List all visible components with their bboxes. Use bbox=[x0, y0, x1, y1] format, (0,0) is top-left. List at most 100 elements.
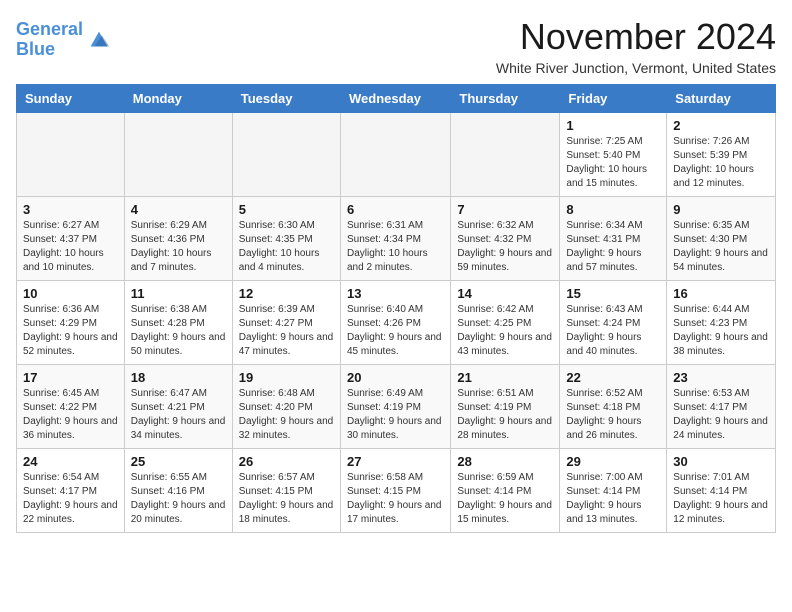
day-number: 21 bbox=[457, 370, 553, 385]
day-number: 16 bbox=[673, 286, 769, 301]
day-number: 18 bbox=[131, 370, 226, 385]
calendar-cell: 11 Sunrise: 6:38 AM Sunset: 4:28 PM Dayli… bbox=[124, 281, 232, 365]
day-info: Sunrise: 6:31 AM Sunset: 4:34 PM Dayligh… bbox=[347, 219, 444, 275]
day-info: Sunrise: 6:58 AM Sunset: 4:15 PM Dayligh… bbox=[347, 471, 444, 527]
calendar-week-1: 1 Sunrise: 7:25 AM Sunset: 5:40 PM Daylig… bbox=[17, 113, 776, 197]
day-number: 10 bbox=[23, 286, 118, 301]
day-number: 9 bbox=[673, 202, 769, 217]
logo-line2: Blue bbox=[16, 39, 55, 59]
calendar-cell: 27 Sunrise: 6:58 AM Sunset: 4:15 PM Dayli… bbox=[340, 449, 450, 533]
day-info: Sunrise: 6:34 AM Sunset: 4:31 PM Dayligh… bbox=[566, 219, 660, 275]
calendar-cell: 17Sunrise: 6:45 AM Sunset: 4:22 PM Dayli… bbox=[17, 365, 125, 449]
day-number: 14 bbox=[457, 286, 553, 301]
day-number: 13 bbox=[347, 286, 444, 301]
logo-icon bbox=[85, 26, 113, 54]
day-info: Sunrise: 6:32 AM Sunset: 4:32 PM Dayligh… bbox=[457, 219, 553, 275]
calendar-cell: 20Sunrise: 6:49 AM Sunset: 4:19 PM Dayli… bbox=[340, 365, 450, 449]
day-number: 1 bbox=[566, 118, 660, 133]
calendar-cell bbox=[340, 113, 450, 197]
day-info: Sunrise: 6:35 AM Sunset: 4:30 PM Dayligh… bbox=[673, 219, 769, 275]
calendar-cell: 29Sunrise: 7:00 AM Sunset: 4:14 PM Dayli… bbox=[560, 449, 667, 533]
day-info: Sunrise: 6:48 AM Sunset: 4:20 PM Dayligh… bbox=[239, 387, 334, 443]
calendar-cell: 18 Sunrise: 6:47 AM Sunset: 4:21 PM Dayli… bbox=[124, 365, 232, 449]
calendar-cell: 26 Sunrise: 6:57 AM Sunset: 4:15 PM Dayli… bbox=[232, 449, 340, 533]
calendar-cell bbox=[17, 113, 125, 197]
day-info: Sunrise: 6:39 AM Sunset: 4:27 PM Dayligh… bbox=[239, 303, 334, 359]
day-number: 19 bbox=[239, 370, 334, 385]
calendar-cell: 15 Sunrise: 6:43 AM Sunset: 4:24 PM Dayli… bbox=[560, 281, 667, 365]
day-info: Sunrise: 6:43 AM Sunset: 4:24 PM Dayligh… bbox=[566, 303, 660, 359]
day-number: 15 bbox=[566, 286, 660, 301]
title-area: November 2024 White River Junction, Verm… bbox=[496, 16, 776, 76]
day-header-sunday: Sunday bbox=[17, 85, 125, 113]
day-header-thursday: Thursday bbox=[451, 85, 560, 113]
day-number: 25 bbox=[131, 454, 226, 469]
day-info: Sunrise: 6:27 AM Sunset: 4:37 PM Dayligh… bbox=[23, 219, 118, 275]
calendar-cell: 30 Sunrise: 7:01 AM Sunset: 4:14 PM Dayli… bbox=[667, 449, 776, 533]
day-info: Sunrise: 6:51 AM Sunset: 4:19 PM Dayligh… bbox=[457, 387, 553, 443]
calendar-cell: 28Sunrise: 6:59 AM Sunset: 4:14 PM Dayli… bbox=[451, 449, 560, 533]
day-number: 22 bbox=[566, 370, 660, 385]
location-subtitle: White River Junction, Vermont, United St… bbox=[496, 60, 776, 76]
day-info: Sunrise: 6:57 AM Sunset: 4:15 PM Dayligh… bbox=[239, 471, 334, 527]
day-number: 27 bbox=[347, 454, 444, 469]
calendar-cell: 4 Sunrise: 6:29 AM Sunset: 4:36 PM Daylig… bbox=[124, 197, 232, 281]
day-number: 2 bbox=[673, 118, 769, 133]
day-info: Sunrise: 6:42 AM Sunset: 4:25 PM Dayligh… bbox=[457, 303, 553, 359]
calendar-cell: 21 Sunrise: 6:51 AM Sunset: 4:19 PM Dayli… bbox=[451, 365, 560, 449]
day-info: Sunrise: 6:52 AM Sunset: 4:18 PM Dayligh… bbox=[566, 387, 660, 443]
day-info: Sunrise: 7:01 AM Sunset: 4:14 PM Dayligh… bbox=[673, 471, 769, 527]
calendar-cell: 10 Sunrise: 6:36 AM Sunset: 4:29 PM Dayli… bbox=[17, 281, 125, 365]
day-header-wednesday: Wednesday bbox=[340, 85, 450, 113]
day-header-tuesday: Tuesday bbox=[232, 85, 340, 113]
day-number: 5 bbox=[239, 202, 334, 217]
calendar-cell: 7Sunrise: 6:32 AM Sunset: 4:32 PM Daylig… bbox=[451, 197, 560, 281]
day-info: Sunrise: 6:53 AM Sunset: 4:17 PM Dayligh… bbox=[673, 387, 769, 443]
calendar-cell bbox=[124, 113, 232, 197]
day-number: 26 bbox=[239, 454, 334, 469]
calendar-week-2: 3 Sunrise: 6:27 AM Sunset: 4:37 PM Daylig… bbox=[17, 197, 776, 281]
day-number: 8 bbox=[566, 202, 660, 217]
calendar-cell: 22 Sunrise: 6:52 AM Sunset: 4:18 PM Dayli… bbox=[560, 365, 667, 449]
day-info: Sunrise: 7:25 AM Sunset: 5:40 PM Dayligh… bbox=[566, 135, 660, 191]
calendar-cell: 5 Sunrise: 6:30 AM Sunset: 4:35 PM Daylig… bbox=[232, 197, 340, 281]
calendar-week-5: 24Sunrise: 6:54 AM Sunset: 4:17 PM Dayli… bbox=[17, 449, 776, 533]
day-info: Sunrise: 6:44 AM Sunset: 4:23 PM Dayligh… bbox=[673, 303, 769, 359]
day-number: 30 bbox=[673, 454, 769, 469]
day-header-friday: Friday bbox=[560, 85, 667, 113]
calendar-cell bbox=[451, 113, 560, 197]
day-info: Sunrise: 7:00 AM Sunset: 4:14 PM Dayligh… bbox=[566, 471, 660, 527]
day-info: Sunrise: 6:30 AM Sunset: 4:35 PM Dayligh… bbox=[239, 219, 334, 275]
calendar-cell: 24Sunrise: 6:54 AM Sunset: 4:17 PM Dayli… bbox=[17, 449, 125, 533]
calendar-cell: 6 Sunrise: 6:31 AM Sunset: 4:34 PM Daylig… bbox=[340, 197, 450, 281]
day-info: Sunrise: 6:40 AM Sunset: 4:26 PM Dayligh… bbox=[347, 303, 444, 359]
day-number: 23 bbox=[673, 370, 769, 385]
day-number: 6 bbox=[347, 202, 444, 217]
calendar-cell: 19 Sunrise: 6:48 AM Sunset: 4:20 PM Dayli… bbox=[232, 365, 340, 449]
day-number: 4 bbox=[131, 202, 226, 217]
calendar-body: 1 Sunrise: 7:25 AM Sunset: 5:40 PM Daylig… bbox=[17, 113, 776, 533]
day-number: 17 bbox=[23, 370, 118, 385]
calendar-cell: 1 Sunrise: 7:25 AM Sunset: 5:40 PM Daylig… bbox=[560, 113, 667, 197]
day-info: Sunrise: 6:29 AM Sunset: 4:36 PM Dayligh… bbox=[131, 219, 226, 275]
day-header-monday: Monday bbox=[124, 85, 232, 113]
calendar-cell: 8 Sunrise: 6:34 AM Sunset: 4:31 PM Daylig… bbox=[560, 197, 667, 281]
calendar-cell: 2Sunrise: 7:26 AM Sunset: 5:39 PM Daylig… bbox=[667, 113, 776, 197]
calendar-table: SundayMondayTuesdayWednesdayThursdayFrid… bbox=[16, 84, 776, 533]
day-info: Sunrise: 6:36 AM Sunset: 4:29 PM Dayligh… bbox=[23, 303, 118, 359]
month-title: November 2024 bbox=[496, 16, 776, 58]
day-number: 24 bbox=[23, 454, 118, 469]
day-number: 3 bbox=[23, 202, 118, 217]
calendar-cell: 14 Sunrise: 6:42 AM Sunset: 4:25 PM Dayli… bbox=[451, 281, 560, 365]
day-info: Sunrise: 6:38 AM Sunset: 4:28 PM Dayligh… bbox=[131, 303, 226, 359]
calendar-cell: 12Sunrise: 6:39 AM Sunset: 4:27 PM Dayli… bbox=[232, 281, 340, 365]
day-info: Sunrise: 6:47 AM Sunset: 4:21 PM Dayligh… bbox=[131, 387, 226, 443]
calendar-cell: 9 Sunrise: 6:35 AM Sunset: 4:30 PM Daylig… bbox=[667, 197, 776, 281]
logo: General Blue bbox=[16, 20, 113, 60]
day-number: 28 bbox=[457, 454, 553, 469]
calendar-cell bbox=[232, 113, 340, 197]
calendar-cell: 25Sunrise: 6:55 AM Sunset: 4:16 PM Dayli… bbox=[124, 449, 232, 533]
day-number: 20 bbox=[347, 370, 444, 385]
calendar-week-3: 10 Sunrise: 6:36 AM Sunset: 4:29 PM Dayli… bbox=[17, 281, 776, 365]
day-number: 11 bbox=[131, 286, 226, 301]
